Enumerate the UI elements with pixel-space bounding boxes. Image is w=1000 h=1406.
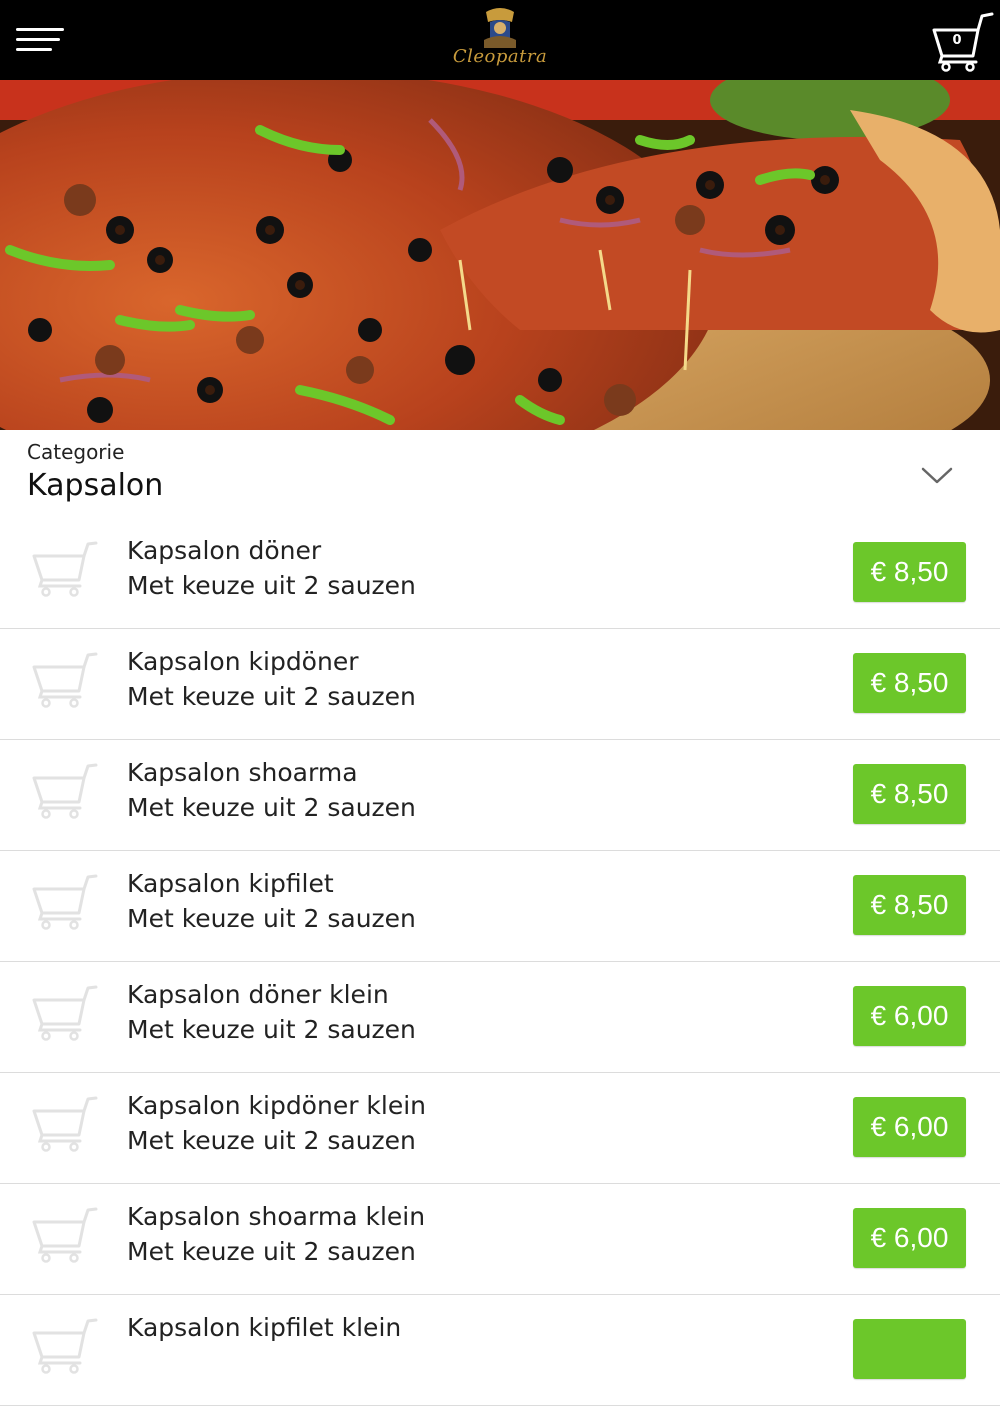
category-value: Kapsalon [27,468,164,503]
product-name: Kapsalon kipdöner [127,647,359,676]
add-to-cart-icon[interactable] [30,873,100,933]
product-item[interactable]: Kapsalon döner klein Met keuze uit 2 sauz… [0,962,1000,1073]
product-name: Kapsalon kipfilet [127,869,334,898]
product-list: Kapsalon döner Met keuze uit 2 sauzen € 8,… [0,518,1000,1406]
product-description: Met keuze uit 2 sauzen [127,682,416,711]
price-button[interactable]: € 8,50 [853,542,966,602]
price-button[interactable]: € 6,00 [853,1208,966,1268]
product-description: Met keuze uit 2 sauzen [127,1015,416,1044]
product-name: Kapsalon kipfilet klein [127,1313,402,1342]
product-item[interactable]: Kapsalon kipfilet klein [0,1295,1000,1406]
category-dropdown[interactable]: Categorie Kapsalon [0,430,1000,518]
product-item[interactable]: Kapsalon shoarma Met keuze uit 2 sauzen € … [0,740,1000,851]
price-button[interactable]: € 6,00 [853,1097,966,1157]
product-name: Kapsalon shoarma [127,758,358,787]
add-to-cart-icon[interactable] [30,1206,100,1266]
product-item[interactable]: Kapsalon kipfilet Met keuze uit 2 sauzen €… [0,851,1000,962]
add-to-cart-icon[interactable] [30,762,100,822]
pizza-image [0,80,1000,430]
logo[interactable]: Cleopatra [440,6,560,74]
product-name: Kapsalon döner [127,536,322,565]
cart-count: 0 [952,33,962,48]
add-to-cart-icon[interactable] [30,1095,100,1155]
hero-image [0,80,1000,430]
product-description: Met keuze uit 2 sauzen [127,571,416,600]
product-description: Met keuze uit 2 sauzen [127,904,416,933]
price-button[interactable]: € 6,00 [853,986,966,1046]
hamburger-icon-line [16,38,60,41]
product-item[interactable]: Kapsalon shoarma klein Met keuze uit 2 sa… [0,1184,1000,1295]
chevron-down-icon[interactable] [920,466,954,486]
add-to-cart-icon[interactable] [30,540,100,600]
hamburger-icon-line [16,48,52,51]
product-item[interactable]: Kapsalon kipdöner Met keuze uit 2 sauzen €… [0,629,1000,740]
product-description: Met keuze uit 2 sauzen [127,1126,416,1155]
price-button[interactable]: € 8,50 [853,875,966,935]
add-to-cart-icon[interactable] [30,651,100,711]
product-name: Kapsalon döner klein [127,980,389,1009]
add-to-cart-icon[interactable] [30,984,100,1044]
logo-text: Cleopatra [452,46,548,67]
hamburger-icon [16,28,64,31]
price-button[interactable]: € 8,50 [853,764,966,824]
cart-button[interactable]: 0 [930,10,994,72]
price-button[interactable] [853,1319,966,1379]
product-name: Kapsalon kipdöner klein [127,1091,427,1120]
product-item[interactable]: Kapsalon döner Met keuze uit 2 sauzen € 8,… [0,518,1000,629]
price-button[interactable]: € 8,50 [853,653,966,713]
product-name: Kapsalon shoarma klein [127,1202,426,1231]
product-item[interactable]: Kapsalon kipdöner klein Met keuze uit 2 s… [0,1073,1000,1184]
menu-button[interactable] [14,24,66,58]
product-description: Met keuze uit 2 sauzen [127,1237,416,1266]
category-label: Categorie [27,440,125,464]
top-bar: Cleopatra 0 [0,0,1000,80]
logo-emblem-icon [484,8,516,48]
product-description: Met keuze uit 2 sauzen [127,793,416,822]
add-to-cart-icon[interactable] [30,1317,100,1377]
